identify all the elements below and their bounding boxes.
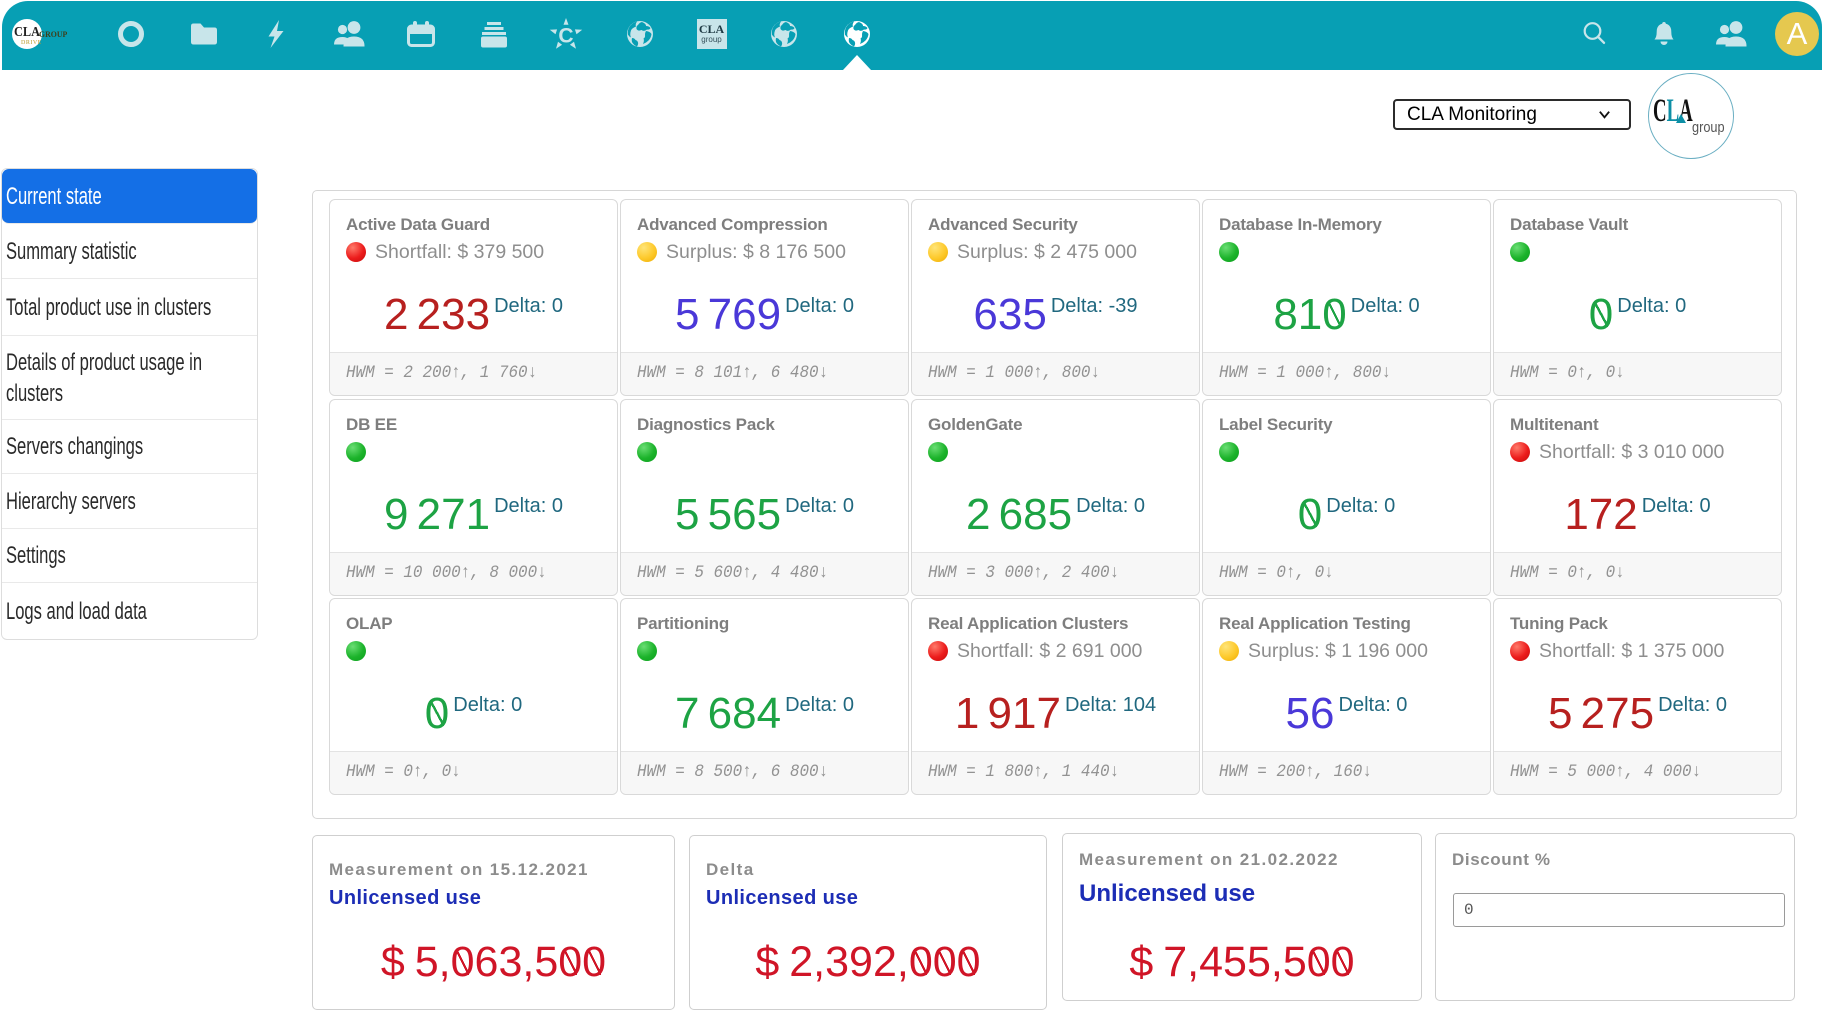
svg-text:C: C [558, 24, 573, 47]
